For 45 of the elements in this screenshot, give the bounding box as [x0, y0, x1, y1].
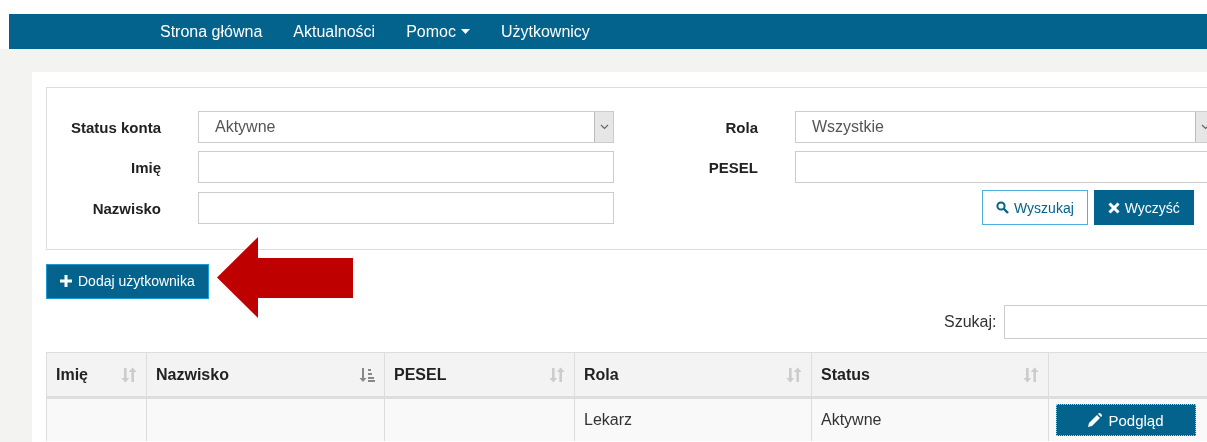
sort-icon[interactable] — [549, 366, 565, 383]
header-text: Nazwisko — [156, 365, 229, 384]
role-select[interactable]: Wszystkie — [795, 111, 1207, 143]
sort-ascending-icon[interactable] — [359, 366, 375, 383]
header-text: Rola — [584, 365, 619, 384]
pencil-icon — [1088, 413, 1103, 427]
status-select[interactable]: Aktywne — [198, 111, 614, 143]
table-cell: Aktywne — [812, 399, 1049, 441]
table-cell: Lekarz — [575, 399, 812, 441]
sort-icon[interactable] — [121, 366, 137, 383]
input-field[interactable] — [198, 151, 614, 183]
chevron-down-icon — [599, 124, 609, 130]
field-label: Imię — [130, 158, 161, 176]
column-header[interactable]: Nazwisko — [147, 353, 385, 399]
column-header[interactable]: Imię — [47, 353, 147, 399]
column-header[interactable]: PESEL — [385, 353, 575, 399]
column-header[interactable]: Rola — [575, 353, 812, 399]
column-header[interactable]: Status — [812, 353, 1049, 399]
input-field[interactable] — [795, 151, 1207, 183]
nav-link[interactable]: Pomoc — [406, 22, 470, 41]
nav-link[interactable]: Użytkownicy — [500, 22, 590, 41]
arrow-icon — [216, 236, 353, 318]
view-button[interactable]: Podgląd — [1056, 404, 1196, 436]
nav-link[interactable]: Strona główna — [160, 22, 263, 41]
search-icon — [996, 201, 1009, 214]
field-label: Status konta — [70, 118, 161, 136]
nav-link[interactable]: Aktualności — [293, 22, 376, 41]
search-button[interactable]: Wyszukaj — [982, 190, 1088, 225]
field-label: PESEL — [707, 158, 758, 176]
close-icon — [1107, 201, 1120, 214]
search-field[interactable] — [1004, 305, 1207, 339]
input-field[interactable] — [198, 192, 614, 224]
clear-button[interactable]: Wyczyść — [1093, 190, 1194, 225]
sort-icon[interactable] — [786, 366, 802, 383]
caret-icon — [460, 29, 470, 34]
header-text: Status — [821, 365, 870, 384]
add-user-button[interactable]: Dodaj użytkownika — [46, 263, 209, 299]
sort-icon[interactable] — [1023, 366, 1039, 383]
chevron-down-icon — [1200, 124, 1207, 130]
header-text: PESEL — [394, 365, 447, 384]
field-label: Rola — [724, 118, 758, 136]
search-label: Szukaj: — [944, 313, 997, 331]
plus-icon — [60, 275, 72, 287]
field-label: Nazwisko — [91, 199, 161, 217]
header-text: Imię — [56, 365, 88, 384]
